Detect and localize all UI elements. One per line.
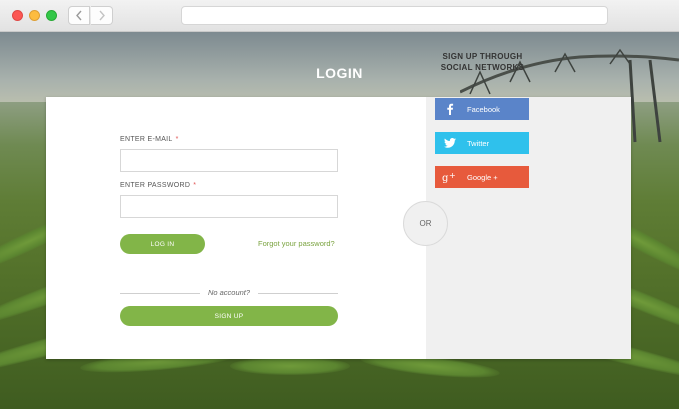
required-marker: *	[193, 182, 197, 189]
facebook-button[interactable]: Facebook	[435, 98, 529, 120]
social-title: SIGN UP THROUGH SOCIAL NETWORKS	[425, 51, 540, 73]
password-field[interactable]	[120, 195, 338, 218]
svg-text:g: g	[442, 173, 449, 183]
back-button[interactable]	[68, 6, 90, 25]
google-plus-icon: g +	[435, 171, 465, 183]
social-title-line2: SOCIAL NETWORKS	[440, 63, 525, 72]
or-label: OR	[419, 219, 432, 228]
signup-button[interactable]: SIGN UP	[120, 306, 338, 326]
email-field[interactable]	[120, 149, 338, 172]
svg-text:+: +	[449, 171, 456, 180]
chevron-left-icon	[76, 10, 82, 21]
page-title: LOGIN	[316, 65, 363, 81]
google-plus-button[interactable]: g + Google +	[435, 166, 529, 188]
facebook-label: Facebook	[467, 104, 500, 114]
social-title-line1: SIGN UP THROUGH	[442, 52, 523, 61]
no-account-text: No account?	[207, 288, 251, 297]
password-label: ENTER PASSWORD *	[120, 182, 196, 189]
email-label: ENTER E-MAIL *	[120, 136, 179, 143]
email-label-text: ENTER E-MAIL	[120, 136, 173, 143]
required-marker: *	[175, 136, 179, 143]
login-button[interactable]: LOG IN	[120, 234, 205, 254]
twitter-button[interactable]: Twitter	[435, 132, 529, 154]
minimize-window-button[interactable]	[29, 10, 40, 21]
login-card: ENTER E-MAIL * ENTER PASSWORD * LOG IN For…	[46, 97, 631, 359]
maximize-window-button[interactable]	[46, 10, 57, 21]
google-plus-label: Google +	[467, 172, 498, 182]
or-divider: OR	[403, 201, 448, 246]
address-bar[interactable]	[181, 6, 608, 25]
forgot-password-link[interactable]: Forgot your password?	[258, 239, 335, 248]
forward-button[interactable]	[91, 6, 113, 25]
browser-toolbar	[0, 0, 679, 32]
twitter-icon	[435, 138, 465, 148]
facebook-icon	[435, 103, 465, 115]
close-window-button[interactable]	[12, 10, 23, 21]
twitter-label: Twitter	[467, 138, 490, 148]
chevron-right-icon	[98, 10, 105, 21]
password-label-text: ENTER PASSWORD	[120, 182, 191, 189]
